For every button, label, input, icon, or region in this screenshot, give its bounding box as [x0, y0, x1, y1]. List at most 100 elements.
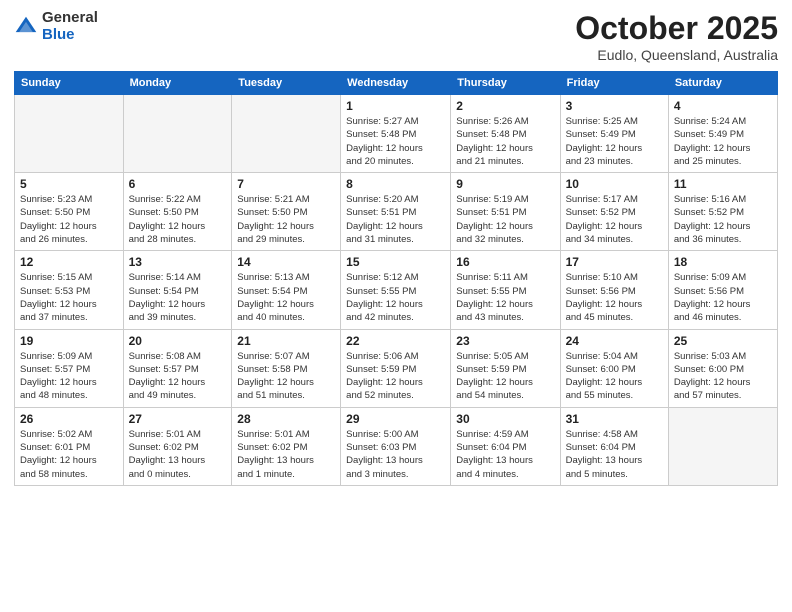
logo-icon [14, 15, 38, 39]
cell-date: 6 [129, 177, 227, 191]
cell-info: Sunrise: 5:21 AM Sunset: 5:50 PM Dayligh… [237, 193, 335, 246]
cell-date: 21 [237, 334, 335, 348]
week-row-5: 26 Sunrise: 5:02 AM Sunset: 6:01 PM Dayli… [15, 407, 778, 485]
calendar-cell: 24Sunrise: 5:04 AM Sunset: 6:00 PM Dayli… [560, 329, 668, 407]
cell-date: 8 [346, 177, 445, 191]
title-block: October 2025 Eudlo, Queensland, Australi… [575, 10, 778, 63]
logo-general: General [42, 9, 98, 26]
cell-info: Sunrise: 5:02 AM Sunset: 6:01 PM Dayligh… [20, 428, 118, 481]
calendar-cell: 4 Sunrise: 5:24 AM Sunset: 5:49 PM Daylig… [668, 95, 777, 173]
calendar-cell: 2 Sunrise: 5:26 AM Sunset: 5:48 PM Daylig… [451, 95, 560, 173]
cell-info: Sunrise: 5:03 AM Sunset: 6:00 PM Dayligh… [674, 350, 772, 403]
calendar-cell: 7 Sunrise: 5:21 AM Sunset: 5:50 PM Daylig… [232, 173, 341, 251]
title-location: Eudlo, Queensland, Australia [575, 47, 778, 63]
cell-info: Sunrise: 5:26 AM Sunset: 5:48 PM Dayligh… [456, 115, 554, 168]
cell-info: Sunrise: 5:27 AM Sunset: 5:48 PM Dayligh… [346, 115, 445, 168]
calendar-cell: 6 Sunrise: 5:22 AM Sunset: 5:50 PM Daylig… [123, 173, 232, 251]
calendar-cell: 23Sunrise: 5:05 AM Sunset: 5:59 PM Dayli… [451, 329, 560, 407]
calendar-cell: 19 Sunrise: 5:09 AM Sunset: 5:57 PM Dayli… [15, 329, 124, 407]
calendar-cell: 14Sunrise: 5:13 AM Sunset: 5:54 PM Dayli… [232, 251, 341, 329]
calendar-header-row: SundayMondayTuesdayWednesdayThursdayFrid… [15, 72, 778, 95]
calendar-cell: 10 Sunrise: 5:17 AM Sunset: 5:52 PM Dayli… [560, 173, 668, 251]
cell-info: Sunrise: 5:09 AM Sunset: 5:56 PM Dayligh… [674, 271, 772, 324]
calendar-cell: 20 Sunrise: 5:08 AM Sunset: 5:57 PM Dayli… [123, 329, 232, 407]
cell-info: Sunrise: 5:24 AM Sunset: 5:49 PM Dayligh… [674, 115, 772, 168]
cell-date: 17 [566, 255, 663, 269]
cell-info: Sunrise: 4:58 AM Sunset: 6:04 PM Dayligh… [566, 428, 663, 481]
calendar-cell: 18 Sunrise: 5:09 AM Sunset: 5:56 PM Dayli… [668, 251, 777, 329]
cell-info: Sunrise: 5:12 AM Sunset: 5:55 PM Dayligh… [346, 271, 445, 324]
calendar-cell: 29 Sunrise: 5:00 AM Sunset: 6:03 PM Dayli… [341, 407, 451, 485]
calendar-cell: 11 Sunrise: 5:16 AM Sunset: 5:52 PM Dayli… [668, 173, 777, 251]
cell-date: 29 [346, 412, 445, 426]
cell-date: 7 [237, 177, 335, 191]
weekday-header-sunday: Sunday [15, 72, 124, 95]
cell-info: Sunrise: 5:00 AM Sunset: 6:03 PM Dayligh… [346, 428, 445, 481]
cell-date: 22 [346, 334, 445, 348]
cell-info: Sunrise: 5:01 AM Sunset: 6:02 PM Dayligh… [237, 428, 335, 481]
calendar-cell: 17 Sunrise: 5:10 AM Sunset: 5:56 PM Dayli… [560, 251, 668, 329]
cell-info: Sunrise: 4:59 AM Sunset: 6:04 PM Dayligh… [456, 428, 554, 481]
calendar-cell: 16 Sunrise: 5:11 AM Sunset: 5:55 PM Dayli… [451, 251, 560, 329]
cell-info: Sunrise: 5:22 AM Sunset: 5:50 PM Dayligh… [129, 193, 227, 246]
cell-info: Sunrise: 5:06 AM Sunset: 5:59 PM Dayligh… [346, 350, 445, 403]
cell-date: 3 [566, 99, 663, 113]
cell-date: 27 [129, 412, 227, 426]
cell-info: Sunrise: 5:23 AM Sunset: 5:50 PM Dayligh… [20, 193, 118, 246]
cell-date: 19 [20, 334, 118, 348]
calendar-cell: 28 Sunrise: 5:01 AM Sunset: 6:02 PM Dayli… [232, 407, 341, 485]
cell-info: Sunrise: 5:09 AM Sunset: 5:57 PM Dayligh… [20, 350, 118, 403]
cell-date: 4 [674, 99, 772, 113]
weekday-header-saturday: Saturday [668, 72, 777, 95]
calendar-cell: 26 Sunrise: 5:02 AM Sunset: 6:01 PM Dayli… [15, 407, 124, 485]
calendar-cell: 5 Sunrise: 5:23 AM Sunset: 5:50 PM Daylig… [15, 173, 124, 251]
calendar-cell: 25Sunrise: 5:03 AM Sunset: 6:00 PM Dayli… [668, 329, 777, 407]
cell-date: 1 [346, 99, 445, 113]
cell-date: 24 [566, 334, 663, 348]
cell-date: 16 [456, 255, 554, 269]
calendar-cell: 9Sunrise: 5:19 AM Sunset: 5:51 PM Daylig… [451, 173, 560, 251]
cell-info: Sunrise: 5:19 AM Sunset: 5:51 PM Dayligh… [456, 193, 554, 246]
calendar-cell: 15Sunrise: 5:12 AM Sunset: 5:55 PM Dayli… [341, 251, 451, 329]
calendar-cell: 1 Sunrise: 5:27 AM Sunset: 5:48 PM Daylig… [341, 95, 451, 173]
cell-date: 28 [237, 412, 335, 426]
weekday-header-thursday: Thursday [451, 72, 560, 95]
calendar-cell: 12 Sunrise: 5:15 AM Sunset: 5:53 PM Dayli… [15, 251, 124, 329]
cell-info: Sunrise: 5:25 AM Sunset: 5:49 PM Dayligh… [566, 115, 663, 168]
calendar-cell: 21Sunrise: 5:07 AM Sunset: 5:58 PM Dayli… [232, 329, 341, 407]
title-month: October 2025 [575, 10, 778, 47]
calendar-cell [668, 407, 777, 485]
calendar-cell: 22 Sunrise: 5:06 AM Sunset: 5:59 PM Dayli… [341, 329, 451, 407]
cell-date: 5 [20, 177, 118, 191]
cell-info: Sunrise: 5:17 AM Sunset: 5:52 PM Dayligh… [566, 193, 663, 246]
cell-info: Sunrise: 5:20 AM Sunset: 5:51 PM Dayligh… [346, 193, 445, 246]
cell-date: 13 [129, 255, 227, 269]
cell-info: Sunrise: 5:11 AM Sunset: 5:55 PM Dayligh… [456, 271, 554, 324]
week-row-1: 1 Sunrise: 5:27 AM Sunset: 5:48 PM Daylig… [15, 95, 778, 173]
calendar-cell [15, 95, 124, 173]
cell-info: Sunrise: 5:08 AM Sunset: 5:57 PM Dayligh… [129, 350, 227, 403]
cell-info: Sunrise: 5:16 AM Sunset: 5:52 PM Dayligh… [674, 193, 772, 246]
cell-date: 11 [674, 177, 772, 191]
cell-date: 18 [674, 255, 772, 269]
cell-date: 2 [456, 99, 554, 113]
cell-date: 26 [20, 412, 118, 426]
weekday-header-friday: Friday [560, 72, 668, 95]
cell-date: 31 [566, 412, 663, 426]
weekday-header-monday: Monday [123, 72, 232, 95]
cell-date: 14 [237, 255, 335, 269]
logo: General Blue [14, 10, 98, 43]
calendar-cell: 27Sunrise: 5:01 AM Sunset: 6:02 PM Dayli… [123, 407, 232, 485]
calendar-cell: 13 Sunrise: 5:14 AM Sunset: 5:54 PM Dayli… [123, 251, 232, 329]
cell-info: Sunrise: 5:15 AM Sunset: 5:53 PM Dayligh… [20, 271, 118, 324]
week-row-4: 19 Sunrise: 5:09 AM Sunset: 5:57 PM Dayli… [15, 329, 778, 407]
calendar-cell: 31 Sunrise: 4:58 AM Sunset: 6:04 PM Dayli… [560, 407, 668, 485]
cell-date: 10 [566, 177, 663, 191]
calendar-cell [123, 95, 232, 173]
cell-info: Sunrise: 5:10 AM Sunset: 5:56 PM Dayligh… [566, 271, 663, 324]
cell-date: 20 [129, 334, 227, 348]
cell-info: Sunrise: 5:14 AM Sunset: 5:54 PM Dayligh… [129, 271, 227, 324]
cell-date: 12 [20, 255, 118, 269]
cell-info: Sunrise: 5:05 AM Sunset: 5:59 PM Dayligh… [456, 350, 554, 403]
week-row-3: 12 Sunrise: 5:15 AM Sunset: 5:53 PM Dayli… [15, 251, 778, 329]
